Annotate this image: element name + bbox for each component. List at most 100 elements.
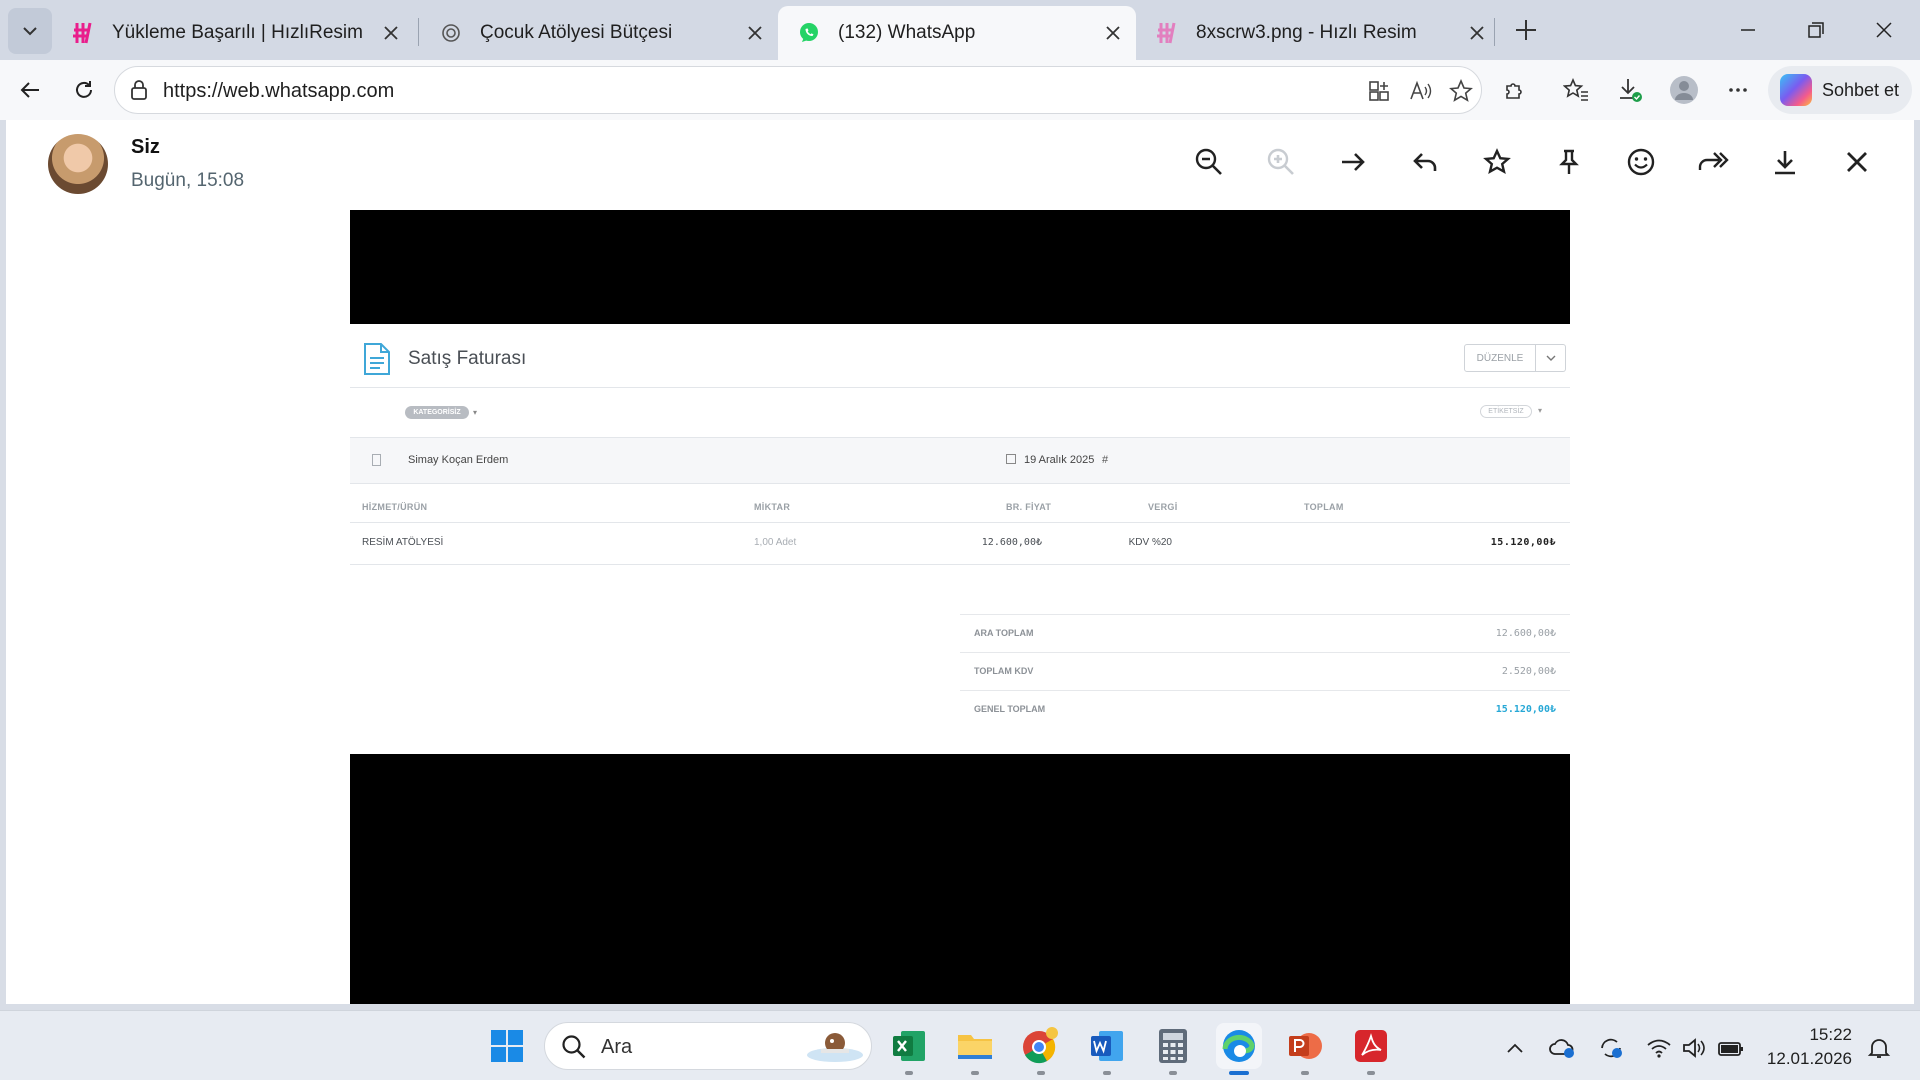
react-button[interactable] (1621, 142, 1661, 182)
zoom-in-icon (1267, 148, 1294, 175)
start-button[interactable] (484, 1023, 530, 1069)
minimize-icon (1741, 29, 1755, 31)
tab-actions-button[interactable] (8, 8, 52, 54)
excel-icon (893, 1031, 925, 1061)
row-total: 15.120,00₺ (1490, 537, 1556, 548)
tab-title: (132) WhatsApp (838, 22, 976, 43)
plus-icon (1516, 20, 1536, 40)
restore-button[interactable] (1794, 10, 1838, 50)
new-tab-button[interactable] (1508, 12, 1544, 48)
taskbar-search[interactable]: Ara (544, 1022, 872, 1070)
excel-app[interactable] (886, 1023, 932, 1069)
puzzle-icon (1506, 83, 1522, 99)
acrobat-icon (1355, 1030, 1387, 1062)
calculator-app[interactable] (1150, 1023, 1196, 1069)
row-tax: KDV %20 (1128, 537, 1172, 548)
close-icon[interactable] (1466, 22, 1488, 44)
chevron-down-icon (23, 27, 37, 36)
powerpoint-app[interactable] (1282, 1023, 1328, 1069)
battery-icon (1718, 1042, 1743, 1056)
app-available-icon[interactable] (1365, 77, 1393, 105)
column-header: VERGİ (1148, 502, 1178, 512)
running-indicator (905, 1071, 913, 1075)
chevron-up-icon (1507, 1043, 1523, 1053)
volume-tray[interactable] (1680, 1033, 1710, 1063)
table-divider (350, 522, 1570, 523)
edge-app[interactable] (1216, 1023, 1262, 1069)
read-aloud-icon[interactable] (1407, 77, 1435, 105)
running-indicator (971, 1071, 979, 1075)
address-bar[interactable]: https://web.whatsapp.com (114, 66, 1482, 114)
copilot-icon (1780, 74, 1812, 106)
column-header: BR. FİYAT (1006, 502, 1052, 512)
clock-time: 15:22 (1809, 1025, 1852, 1044)
caret-icon: ▾ (473, 408, 478, 417)
word-app[interactable] (1084, 1023, 1130, 1069)
close-window-button[interactable] (1862, 10, 1906, 50)
edge-icon (1222, 1030, 1255, 1062)
refresh-button[interactable] (64, 70, 104, 110)
onedrive-tray[interactable] (1547, 1033, 1577, 1063)
wifi-tray[interactable] (1644, 1033, 1674, 1063)
url-text[interactable]: https://web.whatsapp.com (163, 80, 394, 103)
chrome-app[interactable] (1018, 1023, 1064, 1069)
reply-button[interactable] (1405, 142, 1445, 182)
download-icon (1775, 151, 1795, 175)
extensions-button[interactable] (1494, 70, 1534, 110)
sync-tray[interactable] (1596, 1033, 1626, 1063)
more-button[interactable] (1718, 70, 1758, 110)
tab-separator (418, 18, 419, 46)
summary-divider (960, 614, 1570, 615)
acrobat-app[interactable] (1348, 1023, 1394, 1069)
download-icon (1620, 79, 1642, 102)
tab-whatsapp[interactable]: (132) WhatsApp (778, 6, 1136, 60)
downloads-button[interactable] (1610, 70, 1650, 110)
forward-icon (1698, 152, 1729, 170)
tab-hizliresim-upload[interactable]: Yükleme Başarılı | HızlıResim (52, 6, 414, 60)
close-icon[interactable] (1102, 22, 1124, 44)
tab-hizliresim-png[interactable]: 8xscrw3.png - Hızlı Resim (1136, 6, 1500, 60)
tab-cocuk-atolyesi[interactable]: Çocuk Atölyesi Bütçesi (420, 6, 778, 60)
back-button[interactable] (10, 70, 50, 110)
copilot-chat-button[interactable]: Sohbet et (1768, 66, 1912, 114)
close-icon[interactable] (744, 22, 766, 44)
forward-button[interactable] (1693, 142, 1733, 182)
tray-overflow-button[interactable] (1500, 1033, 1530, 1063)
download-button[interactable] (1765, 142, 1805, 182)
battery-tray[interactable] (1716, 1033, 1746, 1063)
tag-badge: ETİKETSİZ (1480, 405, 1532, 418)
lock-icon[interactable] (129, 79, 149, 106)
sender-name: Siz (131, 136, 160, 158)
edit-button: DÜZENLE (1464, 344, 1536, 372)
grand-total-value: 15.120,00₺ (1495, 704, 1556, 715)
viewed-image[interactable]: Satış Faturası DÜZENLE KATEGORİSİZ ▾ ETİ… (350, 210, 1570, 1004)
zoom-in-button[interactable] (1261, 142, 1301, 182)
search-icon (562, 1035, 586, 1059)
close-icon[interactable] (380, 22, 402, 44)
browser-toolbar: https://web.whatsapp.com Sohbet et (0, 60, 1920, 120)
tab-strip: Yükleme Başarılı | HızlıResim Çocuk Atöl… (0, 0, 1920, 60)
favorites-button[interactable] (1556, 70, 1596, 110)
customer-name: Simay Koçan Erdem (408, 454, 509, 466)
pin-button[interactable] (1549, 142, 1589, 182)
system-clock[interactable]: 15:22 12.01.2026 (1752, 1023, 1852, 1071)
close-viewer-button[interactable] (1837, 142, 1877, 182)
go-to-message-button[interactable] (1333, 142, 1373, 182)
minimize-button[interactable] (1726, 10, 1770, 50)
profile-button[interactable] (1664, 70, 1704, 110)
zoom-out-button[interactable] (1189, 142, 1229, 182)
notifications-button[interactable] (1864, 1033, 1894, 1063)
media-viewer: Siz Bugün, 15:08 Satış Faturası DÜZENLE … (6, 120, 1914, 1004)
summary-label: ARA TOPLAM (974, 628, 1034, 638)
whatsapp-icon (796, 20, 822, 46)
chatgpt-icon (438, 20, 464, 46)
file-explorer-app[interactable] (952, 1023, 998, 1069)
summary-label: TOPLAM KDV (974, 666, 1034, 676)
star-button[interactable] (1477, 142, 1517, 182)
tab-separator (1494, 18, 1495, 46)
emoji-icon (1627, 148, 1655, 176)
running-indicator (1301, 1071, 1309, 1075)
cloud-icon (1549, 1039, 1574, 1058)
favorite-star-icon[interactable] (1447, 77, 1475, 105)
avatar[interactable] (48, 134, 108, 194)
